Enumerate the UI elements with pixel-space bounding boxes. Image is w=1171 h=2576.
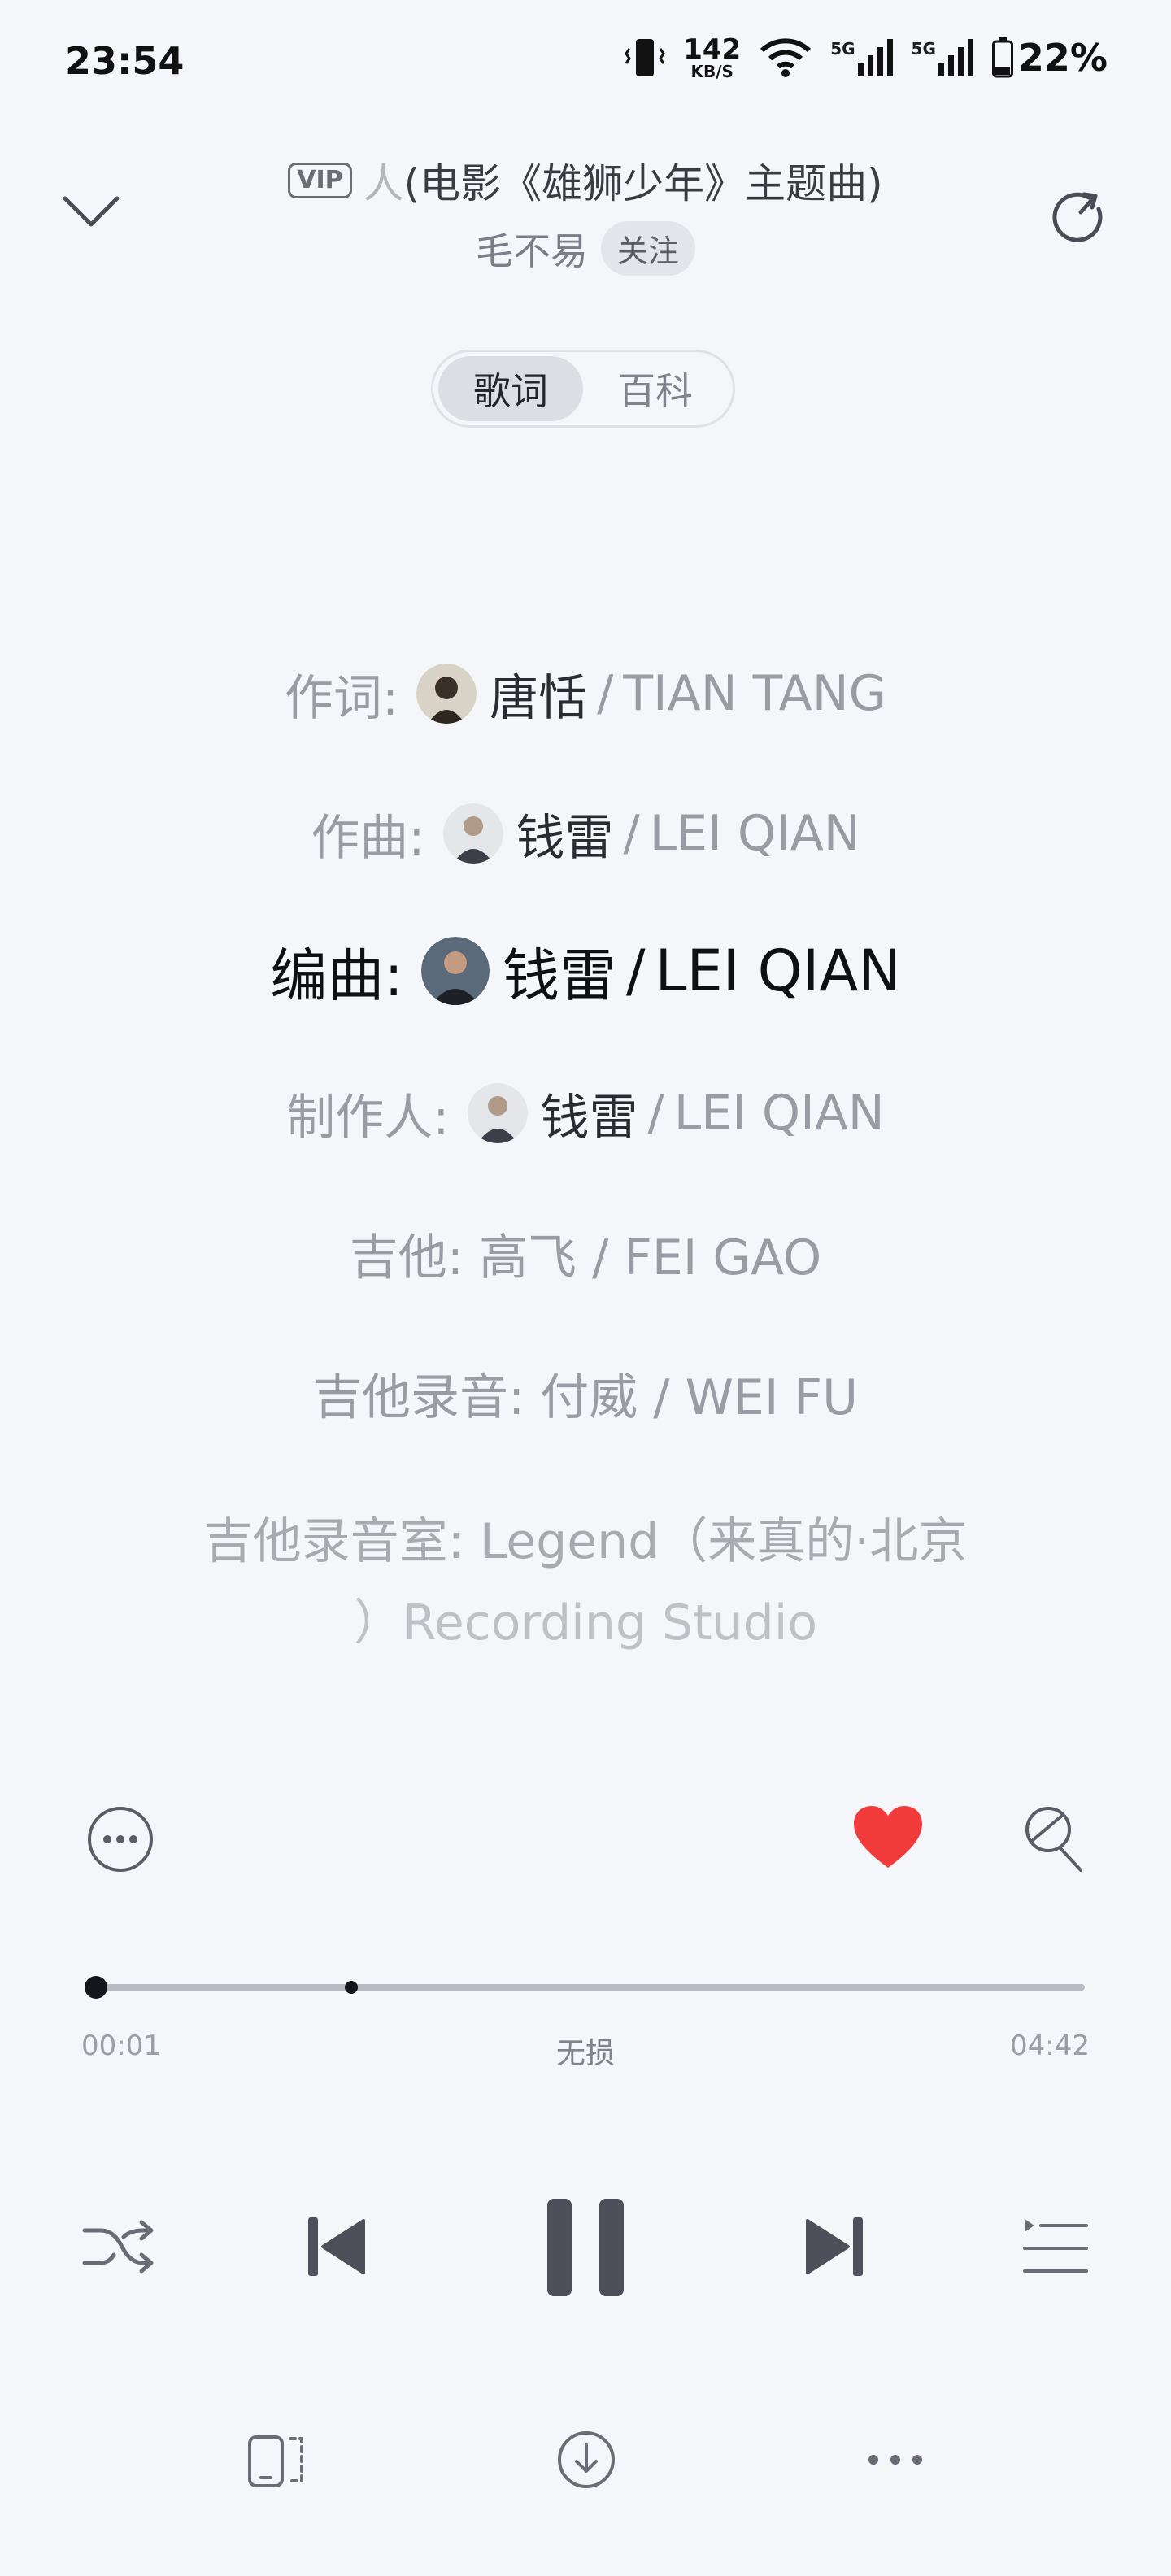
credit-name-en: TIAN TANG: [623, 665, 887, 722]
signal-label-2: 5G: [911, 39, 936, 59]
credit-name: 钱雷: [516, 809, 614, 867]
artist-row: 毛不易 关注: [0, 221, 1171, 276]
credit-line: 吉他录音: 付威 / WEI FU: [312, 1368, 859, 1426]
previous-icon: [308, 2217, 365, 2276]
credit-name: 唐恬: [490, 669, 588, 727]
download-icon: [558, 2431, 615, 2488]
playlist-button[interactable]: [1016, 2208, 1093, 2285]
total-duration: 04:42: [1010, 2030, 1090, 2062]
signal-icon: [857, 39, 893, 76]
song-title-row[interactable]: VIP 人(电影《雄狮少年》主题曲): [0, 151, 1171, 210]
more-menu-button[interactable]: [859, 2423, 932, 2496]
more-dots-icon: [868, 2455, 922, 2465]
net-speed: 142 KB/S: [683, 36, 741, 80]
playlist-icon: [1023, 2219, 1088, 2273]
quality-label[interactable]: 无损: [0, 2030, 1171, 2072]
progress-marker: [345, 1981, 358, 1994]
heart-icon: [854, 1806, 922, 1868]
credit-line: ）Recording Studio: [353, 1595, 818, 1651]
credit-separator: /: [623, 805, 640, 862]
signal-5g-2: 5G: [912, 39, 974, 76]
song-title-faded: 人: [363, 160, 404, 207]
credit-label: 编曲:: [270, 942, 403, 1009]
credit-separator: /: [647, 1085, 664, 1142]
more-options-button[interactable]: [85, 1804, 156, 1875]
credit-name: 钱雷: [540, 1089, 638, 1147]
credit-separator: /: [597, 665, 614, 722]
karaoke-button[interactable]: [1018, 1800, 1091, 1875]
credit-line: 吉他录音室: Legend（来真的·北京: [203, 1513, 968, 1570]
song-title: 人(电影《雄狮少年》主题曲): [363, 151, 883, 210]
tab-wiki[interactable]: 百科: [583, 356, 728, 421]
pause-icon: [547, 2199, 624, 2296]
shuffle-icon: [82, 2220, 154, 2274]
credit-arranger: 编曲: 钱雷 / LEI QIAN: [0, 930, 1171, 1012]
signal-5g-1: 5G: [830, 39, 893, 76]
credit-name-en: LEI QIAN: [673, 1085, 885, 1142]
credit-separator: /: [625, 938, 646, 1004]
battery: 22%: [991, 36, 1108, 80]
avatar: [467, 1083, 528, 1143]
battery-icon: [991, 37, 1013, 78]
next-button[interactable]: [797, 2208, 873, 2285]
progress-track[interactable]: [88, 1984, 1085, 1991]
avatar: [442, 803, 503, 864]
microphone-icon: [1025, 1807, 1082, 1872]
artist-name[interactable]: 毛不易: [476, 222, 588, 276]
credit-line: 吉他: 高飞 / FEI GAO: [349, 1229, 822, 1286]
credit-guitar-studio: 吉他录音室: Legend（来真的·北京 ）Recording Studio: [0, 1501, 1171, 1664]
device-button[interactable]: [239, 2423, 312, 2496]
avatar: [416, 664, 477, 724]
follow-button[interactable]: 关注: [600, 221, 695, 276]
pause-button[interactable]: [535, 2192, 636, 2303]
vibrate-icon: [625, 39, 666, 76]
battery-percent: 22%: [1017, 36, 1108, 80]
credit-label: 作词:: [284, 669, 399, 727]
credit-producer: 制作人: 钱雷 / LEI QIAN: [0, 1077, 1171, 1150]
signal-label-1: 5G: [830, 39, 855, 59]
previous-button[interactable]: [298, 2208, 374, 2285]
credit-composer: 作曲: 钱雷 / LEI QIAN: [0, 797, 1171, 870]
shuffle-button[interactable]: [80, 2208, 156, 2285]
credit-guitar: 吉他: 高飞 / FEI GAO: [0, 1216, 1171, 1290]
credit-label: 制作人:: [286, 1089, 450, 1147]
share-icon: [1052, 192, 1103, 242]
credit-lyricist: 作词: 唐恬 / TIAN TANG: [0, 657, 1171, 730]
more-circle-icon: [88, 1807, 153, 1872]
credit-label: 作曲:: [311, 809, 425, 867]
tab-lyrics[interactable]: 歌词: [438, 356, 583, 421]
status-icons: 142 KB/S 5G 5G 22%: [625, 36, 1108, 80]
song-title-main: (电影《雄狮少年》主题曲): [403, 160, 883, 207]
wifi-icon: [760, 38, 812, 77]
status-time: 23:54: [65, 39, 185, 83]
lyrics-tab-switch: 歌词 百科: [431, 350, 735, 428]
next-icon: [806, 2217, 863, 2276]
device-icon: [248, 2435, 303, 2487]
net-speed-unit: KB/S: [690, 62, 734, 81]
signal-icon: [938, 39, 973, 76]
avatar: [420, 937, 490, 1005]
progress-thumb[interactable]: [85, 1976, 107, 1999]
credit-name-en: LEI QIAN: [649, 805, 860, 862]
vip-badge: VIP: [288, 163, 352, 198]
share-button[interactable]: [1044, 181, 1117, 254]
credit-name-en: LEI QIAN: [655, 938, 901, 1004]
credit-guitar-recording: 吉他录音: 付威 / WEI FU: [0, 1356, 1171, 1429]
credit-name: 钱雷: [502, 942, 616, 1009]
like-button[interactable]: [851, 1800, 925, 1875]
download-button[interactable]: [550, 2423, 623, 2496]
net-speed-value: 142: [683, 33, 742, 66]
